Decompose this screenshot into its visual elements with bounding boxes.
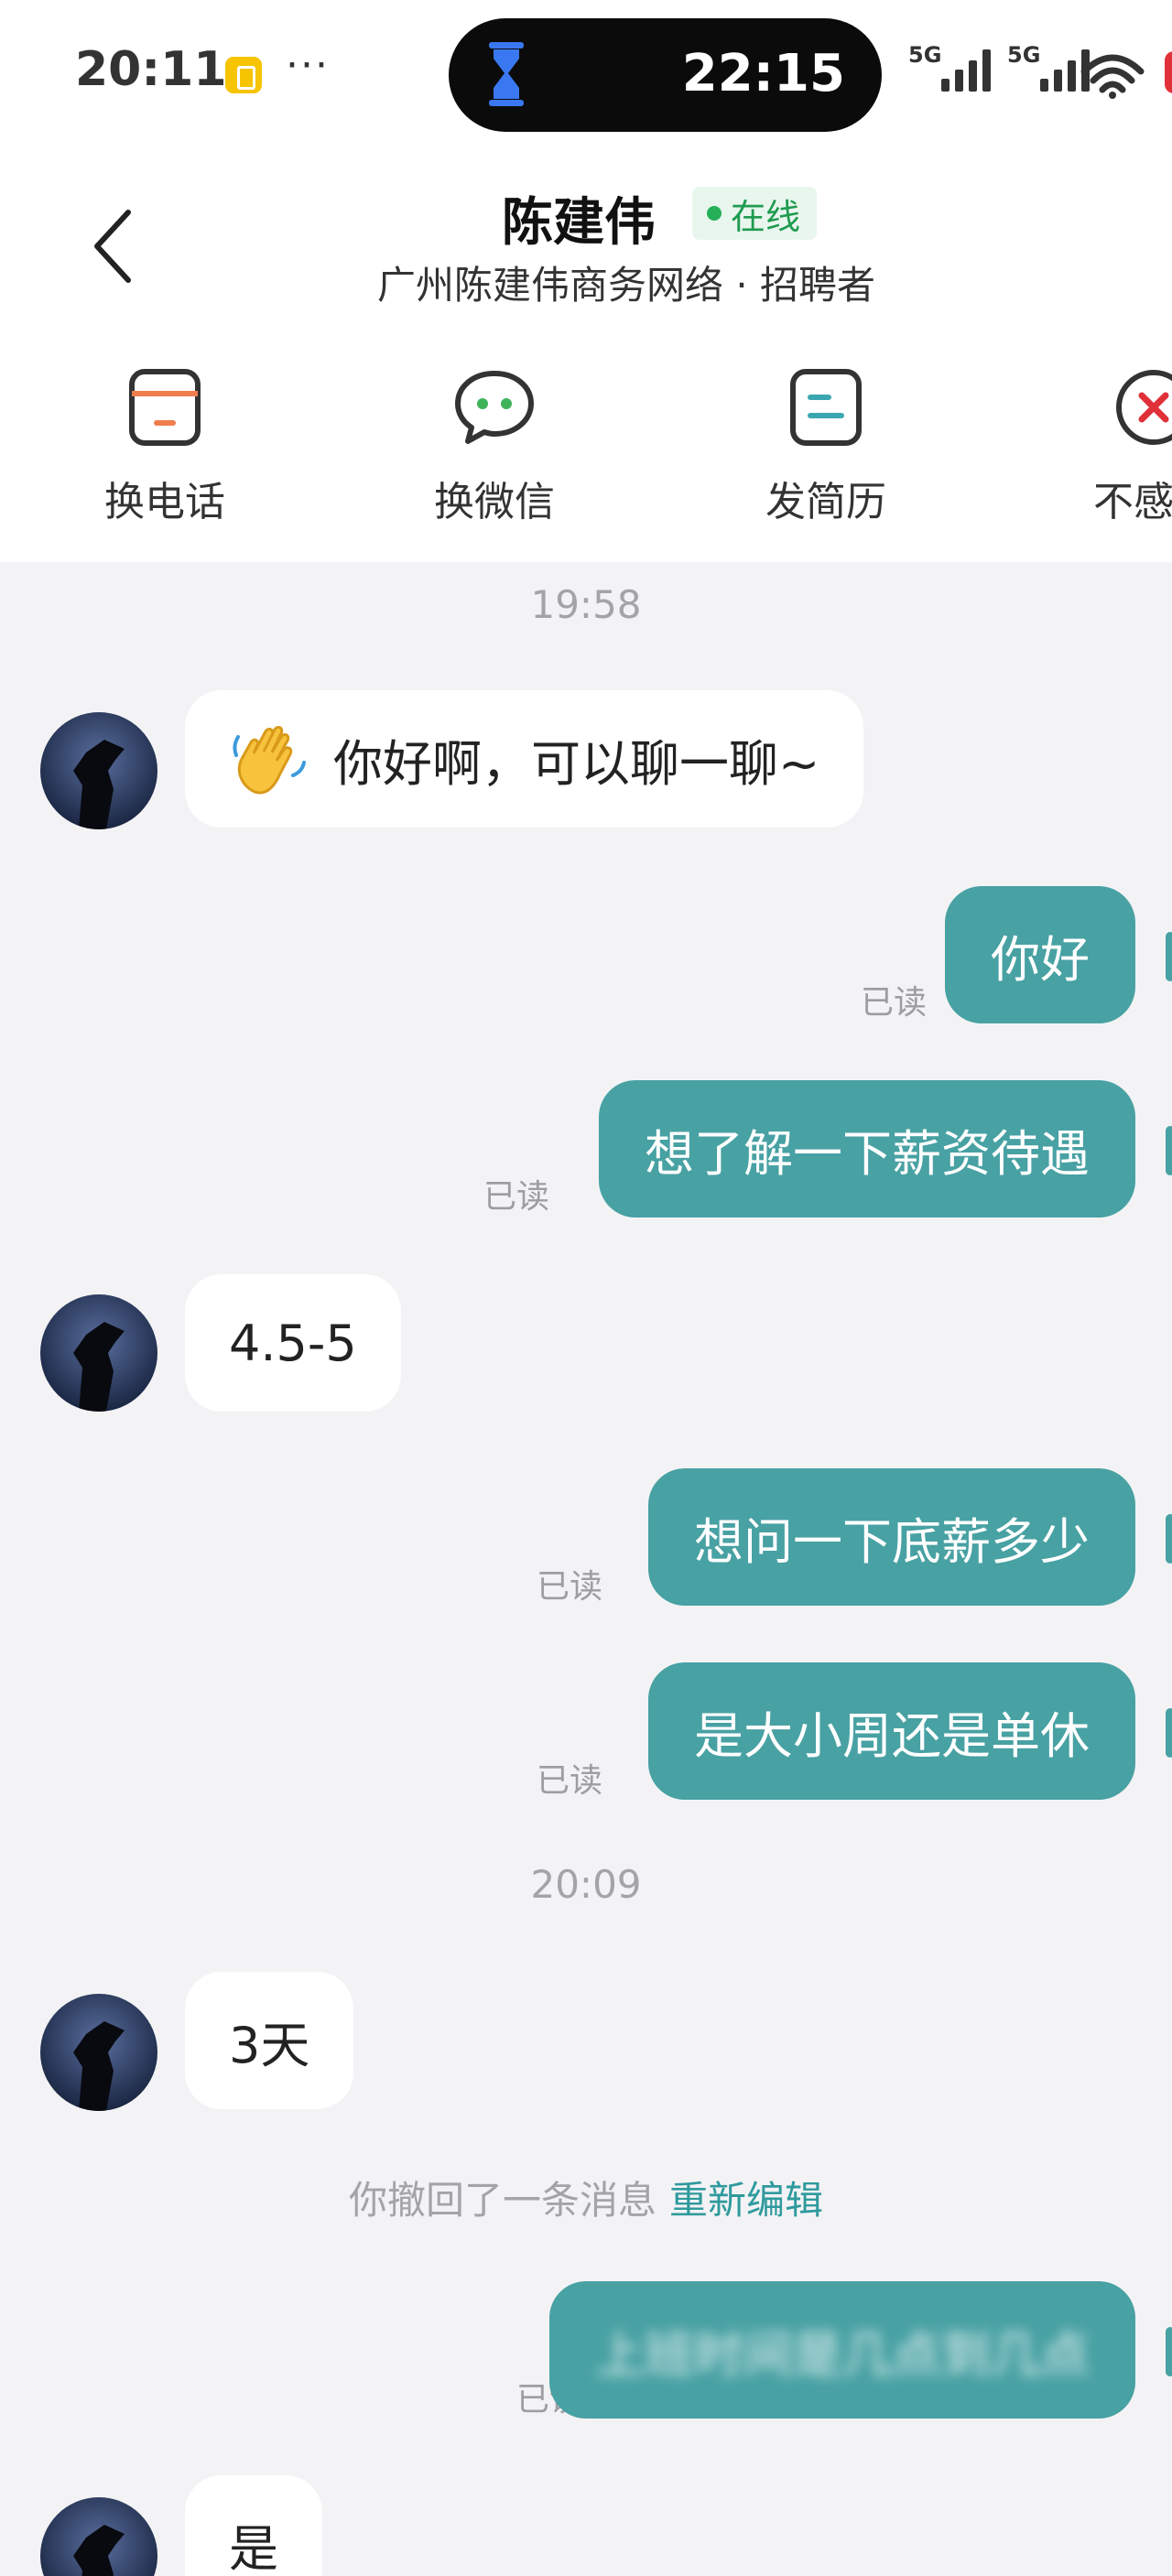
incoming-message[interactable]: 4.5-5 — [185, 1274, 401, 1412]
message-text: 上班时间是几点到几点 — [595, 2325, 1090, 2384]
dynamic-island-timer[interactable]: 22:15 — [449, 18, 882, 132]
edge-indicator — [1166, 1514, 1172, 1564]
edge-indicator — [1166, 1126, 1172, 1175]
message-text: 你好 — [991, 930, 1090, 989]
message-text: 3天 — [229, 2016, 310, 2074]
avatar-image — [40, 1294, 157, 1412]
back-icon[interactable] — [92, 209, 134, 284]
phone-card-icon — [129, 369, 201, 446]
hourglass-icon — [489, 42, 524, 106]
edge-indicator — [1166, 1708, 1172, 1758]
send-resume-button[interactable]: 发简历 — [707, 366, 945, 540]
read-status: 已读 — [483, 1178, 549, 1216]
exchange-wechat-label: 换微信 — [434, 479, 555, 525]
incoming-message[interactable]: 你好啊，可以聊一聊~ — [185, 690, 864, 828]
outgoing-message[interactable]: 想问一下底薪多少 — [648, 1468, 1135, 1606]
contact-name: 陈建伟 — [502, 193, 656, 253]
incoming-message[interactable]: 3天 — [185, 1972, 354, 2109]
header-area: 20:11 ··· 22:15 5G 5G 陈建伟 在线 广州陈建伟商务网络 ·… — [0, 0, 1172, 562]
recall-notice: 你撤回了一条消息 重新编辑 — [0, 2170, 1172, 2225]
outgoing-message[interactable]: 想了解一下薪资待遇 — [599, 1080, 1135, 1218]
avatar[interactable] — [40, 2497, 157, 2576]
not-interested-button[interactable]: 不感兴 — [1035, 366, 1172, 540]
chat-timestamp: 19:58 — [530, 582, 642, 627]
timer-time: 22:15 — [681, 44, 845, 103]
recall-text: 你撤回了一条消息 — [348, 2178, 657, 2223]
message-text: 想问一下底薪多少 — [694, 1512, 1090, 1571]
message-text: 是大小周还是单休 — [694, 1706, 1090, 1765]
avatar-image — [40, 1994, 157, 2111]
wechat-bubble-icon — [455, 371, 534, 444]
chat-timestamp: 20:09 — [530, 1862, 642, 1907]
re-edit-link[interactable]: 重新编辑 — [669, 2178, 823, 2223]
online-status-badge: 在线 — [692, 187, 818, 240]
outgoing-message[interactable]: 是大小周还是单休 — [648, 1662, 1135, 1800]
not-interested-icon — [1116, 370, 1172, 445]
online-status-text: 在线 — [731, 196, 801, 237]
exchange-phone-button[interactable]: 换电话 — [46, 366, 284, 540]
read-status: 已读 — [860, 984, 927, 1022]
outgoing-message[interactable]: 你好 — [945, 886, 1135, 1023]
avatar[interactable] — [40, 1294, 157, 1412]
not-interested-label: 不感兴 — [1093, 479, 1172, 525]
signal-label: 5G — [1007, 42, 1041, 68]
battery-icon — [1165, 51, 1172, 93]
status-time: 20:11 — [75, 42, 227, 97]
avatar[interactable] — [40, 712, 157, 829]
message-text: 是 — [229, 2519, 278, 2576]
read-status: 已读 — [536, 1762, 602, 1800]
incoming-message[interactable]: 是 — [185, 2475, 322, 2576]
message-text: 你好啊，可以聊一聊~ — [333, 734, 820, 793]
online-dot-icon — [707, 206, 722, 221]
avatar[interactable] — [40, 1994, 157, 2111]
message-text: 想了解一下薪资待遇 — [645, 1124, 1090, 1183]
read-status: 已读 — [536, 1568, 602, 1606]
company-line: 广州陈建伟商务网络 · 招聘者 — [377, 263, 876, 308]
avatar-image — [40, 712, 157, 829]
edge-indicator — [1166, 2327, 1172, 2376]
waving-hand-icon — [233, 725, 306, 795]
wifi-icon — [1080, 54, 1145, 99]
send-resume-label: 发简历 — [765, 479, 886, 525]
exchange-phone-label: 换电话 — [104, 479, 225, 525]
exchange-wechat-button[interactable]: 换微信 — [375, 366, 613, 540]
resume-icon — [790, 369, 862, 446]
avatar-image — [40, 2497, 157, 2576]
edge-indicator — [1166, 932, 1172, 981]
outgoing-message[interactable]: 上班时间是几点到几点 — [549, 2281, 1135, 2419]
message-text: 4.5-5 — [229, 1314, 357, 1372]
status-more-icon: ··· — [286, 42, 330, 89]
signal-label: 5G — [908, 42, 942, 68]
signal-5g-icon: 5G — [908, 42, 1000, 97]
app-notification-icon — [225, 57, 262, 93]
